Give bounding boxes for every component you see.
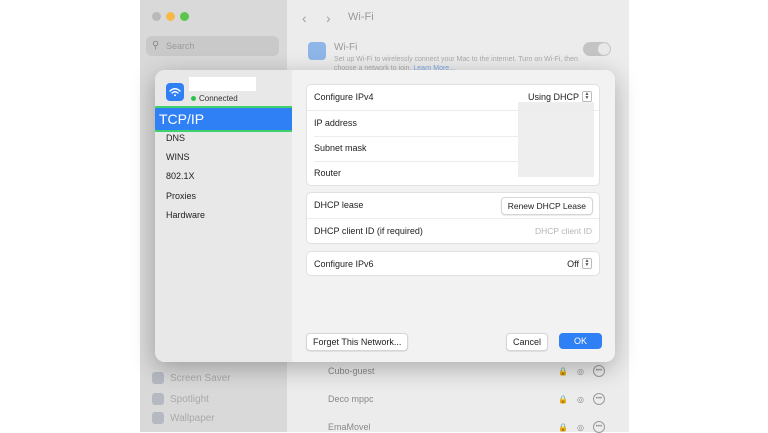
renew-dhcp-lease-button[interactable]: Renew DHCP Lease (500, 197, 593, 215)
search-icon: ⚲ (152, 40, 160, 51)
lock-icon: 🔒 (558, 366, 568, 376)
network-row-icons: 🔒 ◎ ••• (558, 393, 605, 405)
dhcp-lease-label: DHCP lease (314, 200, 364, 210)
status-text: Connected (199, 94, 238, 103)
screen-saver-icon (152, 372, 164, 384)
configure-ipv4-select[interactable]: Using DHCP ▲ ▼ (528, 91, 592, 102)
network-row-icons: 🔒 ◎ ••• (558, 421, 605, 433)
wifi-label: Wi-Fi (334, 42, 358, 53)
spotlight-icon (152, 393, 164, 405)
sidebar-item-wallpaper[interactable]: Wallpaper (152, 412, 215, 424)
forget-network-button[interactable]: Forget This Network... (306, 333, 409, 351)
connected-dot-icon (191, 96, 196, 101)
close-window-button[interactable] (152, 12, 161, 21)
router-label: Router (314, 168, 342, 178)
router-row: Router (307, 161, 599, 186)
wifi-icon (308, 42, 326, 60)
connection-status: Connected (191, 94, 238, 103)
sidebar-item-spotlight[interactable]: Spotlight (152, 393, 209, 405)
chevron-updown-icon: ▲ ▼ (582, 258, 592, 269)
wifi-signal-icon: ◎ (576, 366, 584, 376)
chevron-updown-icon: ▲ ▼ (582, 91, 592, 102)
configure-ipv6-select[interactable]: Off ▲ ▼ (567, 258, 592, 269)
lock-icon: 🔒 (558, 422, 568, 432)
search-input[interactable]: ⚲ Search (146, 36, 279, 56)
configure-ipv6-label: Configure IPv6 (314, 259, 374, 269)
page-title: Wi-Fi (348, 11, 374, 23)
sheet-sidebar: Connected TCP/IP DNS WINS 802.1X Proxies… (155, 70, 300, 362)
configure-ipv4-value: Using DHCP (527, 91, 579, 102)
search-placeholder: Search (166, 41, 195, 51)
cancel-button[interactable]: Cancel (506, 333, 549, 351)
configure-ipv6-value: Off (567, 258, 579, 269)
subnet-mask-label: Subnet mask (314, 143, 367, 153)
dhcp-client-id-label: DHCP client ID (if required) (314, 226, 423, 236)
sidebar-item-label: Screen Saver (170, 372, 231, 384)
ipv6-group: Configure IPv6 Off ▲ ▼ (306, 251, 600, 276)
network-row-icons: 🔒 ◎ ••• (558, 365, 605, 377)
wifi-network-icon (166, 83, 184, 101)
sidebar-item-hardware[interactable]: Hardware (166, 210, 205, 220)
minimize-window-button[interactable] (166, 12, 175, 21)
network-name[interactable]: EmaMovel (328, 422, 371, 432)
back-chevron-icon[interactable]: ‹ (302, 10, 307, 26)
dhcp-group: DHCP lease Renew DHCP Lease DHCP client … (306, 192, 600, 244)
sidebar-item-8021x[interactable]: 802.1X (166, 171, 195, 181)
ipv4-group: Configure IPv4 Using DHCP ▲ ▼ IP address … (306, 84, 600, 186)
wallpaper-icon (152, 412, 164, 424)
subnet-mask-row: Subnet mask (307, 136, 599, 161)
sidebar-item-proxies[interactable]: Proxies (166, 191, 196, 201)
ip-address-label: IP address (314, 118, 357, 128)
network-details-sheet: Connected TCP/IP DNS WINS 802.1X Proxies… (155, 70, 615, 362)
wifi-signal-icon: ◎ (576, 394, 584, 404)
ok-button[interactable]: OK (559, 333, 602, 349)
network-name-field (189, 77, 256, 91)
network-name[interactable]: Cubo-guest (328, 366, 375, 376)
sheet-content: Configure IPv4 Using DHCP ▲ ▼ IP address … (292, 70, 615, 362)
ip-address-row: IP address (307, 110, 599, 136)
sidebar-item-tcp-ip[interactable]: TCP/IP (155, 106, 300, 132)
dhcp-client-id-field[interactable]: DHCP client ID (535, 226, 592, 236)
more-icon[interactable]: ••• (592, 421, 605, 433)
more-icon[interactable]: ••• (592, 393, 605, 405)
sidebar-item-label: Spotlight (170, 393, 209, 405)
configure-ipv6-row: Configure IPv6 Off ▲ ▼ (307, 252, 599, 277)
network-name[interactable]: Deco mppc (328, 394, 374, 404)
sidebar-item-wins[interactable]: WINS (166, 152, 190, 162)
sidebar-item-label: Wallpaper (170, 412, 215, 424)
dhcp-client-id-row: DHCP client ID (if required) DHCP client… (307, 218, 599, 244)
dhcp-lease-row: DHCP lease Renew DHCP Lease (307, 193, 599, 218)
configure-ipv4-label: Configure IPv4 (314, 92, 374, 102)
zoom-window-button[interactable] (180, 12, 189, 21)
sidebar-item-screen-saver[interactable]: Screen Saver (152, 372, 231, 384)
more-icon[interactable]: ••• (592, 365, 605, 377)
lock-icon: 🔒 (558, 394, 568, 404)
forward-chevron-icon[interactable]: › (326, 10, 331, 26)
sidebar-item-dns[interactable]: DNS (166, 133, 185, 143)
wifi-signal-icon: ◎ (576, 422, 584, 432)
wifi-toggle[interactable] (583, 42, 611, 56)
